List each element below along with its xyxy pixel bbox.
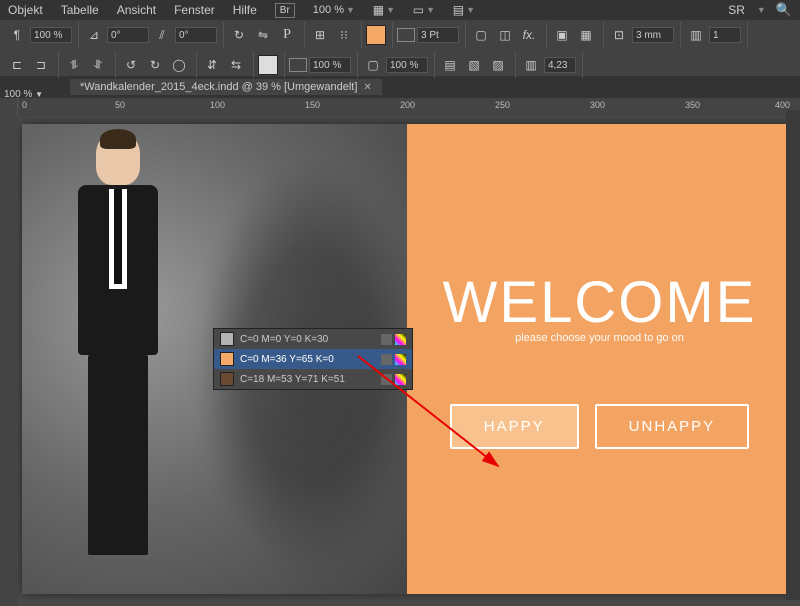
swatch-type-icon xyxy=(381,334,392,345)
search-icon[interactable]: 🔍 xyxy=(776,2,792,18)
wrap-skip-icon[interactable]: ▨ xyxy=(487,54,509,76)
tab-title: *Wandkalender_2015_4eck.indd @ 39 % [Umg… xyxy=(80,81,357,93)
wrap-around-icon[interactable]: ▦ xyxy=(575,24,597,46)
mm-input[interactable] xyxy=(632,27,674,43)
p-icon[interactable]: P xyxy=(276,24,298,46)
ruler-mark: 200 xyxy=(400,100,415,110)
drop-shadow-icon[interactable]: ▢ xyxy=(362,54,384,76)
swatch-row[interactable]: C=18 M=53 Y=71 K=51 xyxy=(214,369,412,389)
link2-icon[interactable]: ⊐ xyxy=(30,54,52,76)
stroke-swatch[interactable] xyxy=(258,55,278,75)
flip-horizontal-icon[interactable]: ⇋ xyxy=(252,24,274,46)
swatch-row[interactable]: C=0 M=0 Y=0 K=30 xyxy=(214,329,412,349)
pct2-input[interactable] xyxy=(309,57,351,73)
corner-icon[interactable]: ◫ xyxy=(494,24,516,46)
arrange-icon[interactable]: ▤▼ xyxy=(453,0,475,21)
flip-b-icon[interactable]: ⇆ xyxy=(225,54,247,76)
menu-hilfe[interactable]: Hilfe xyxy=(233,3,257,17)
num2-input[interactable] xyxy=(544,57,576,73)
welcome-subtitle: please choose your mood to go on xyxy=(515,332,684,344)
swatch-type-icon xyxy=(381,354,392,365)
document-tabs: 100 % ▼ *Wandkalender_2015_4eck.indd @ 3… xyxy=(0,76,800,98)
screen-mode-icon[interactable]: ▭▼ xyxy=(413,0,435,21)
swatch-chip xyxy=(220,372,234,386)
num1-input[interactable] xyxy=(709,27,741,43)
bridge-icon[interactable]: Br xyxy=(275,3,295,18)
flip-h-icon[interactable]: ⥯ xyxy=(87,54,109,76)
welcome-heading: WELCOME xyxy=(443,269,757,336)
stroke-type-icon[interactable] xyxy=(289,58,307,72)
swatch-label: C=18 M=53 Y=71 K=51 xyxy=(240,374,345,385)
opacity-input[interactable] xyxy=(30,27,72,43)
unhappy-button[interactable]: UNHAPPY xyxy=(595,404,750,449)
rotate-ccw-icon[interactable]: ↺ xyxy=(120,54,142,76)
shear-icon[interactable]: ⫽ xyxy=(151,24,173,46)
ruler-mark: 350 xyxy=(685,100,700,110)
control-panel: ¶ ⊿ ⫽ ↻ ⇋ P ⊞ ⁝⁝ ▢ ◫ fx. xyxy=(0,20,800,76)
gutter-icon[interactable]: ▥ xyxy=(520,54,542,76)
horizontal-ruler: 0 50 100 150 200 250 300 350 400 xyxy=(0,98,800,116)
fx-icon[interactable]: fx. xyxy=(518,24,540,46)
ruler-mark: 300 xyxy=(590,100,605,110)
swatch-label: C=0 M=36 Y=65 K=0 xyxy=(240,354,334,365)
flip-a-icon[interactable]: ⇵ xyxy=(201,54,223,76)
ruler-mark: 250 xyxy=(495,100,510,110)
zoom-level[interactable]: 100 %▼ xyxy=(313,4,355,16)
swatch-mode-icon xyxy=(395,334,406,345)
character-panel-icon[interactable]: ¶ xyxy=(6,24,28,46)
distribute-icon[interactable]: ⁝⁝ xyxy=(333,24,355,46)
swatch-mode-icon xyxy=(395,354,406,365)
rotate-icon[interactable]: ⊿ xyxy=(83,24,105,46)
wrap-none-icon[interactable]: ▣ xyxy=(551,24,573,46)
vertical-scrollbar[interactable] xyxy=(786,110,800,600)
menu-tabelle[interactable]: Tabelle xyxy=(61,3,99,17)
link-icon[interactable]: ⊏ xyxy=(6,54,28,76)
ruler-mark: 50 xyxy=(115,100,125,110)
close-tab-icon[interactable]: ✕ xyxy=(363,82,371,93)
swatch-chip xyxy=(220,352,234,366)
menu-objekt[interactable]: Objekt xyxy=(8,3,43,17)
ruler-mark: 0 xyxy=(22,100,27,110)
wrap-jump-icon[interactable]: ▤ xyxy=(439,54,461,76)
menu-ansicht[interactable]: Ansicht xyxy=(117,3,156,17)
swatch-chip xyxy=(220,332,234,346)
ruler-origin[interactable] xyxy=(0,98,18,116)
man-photo xyxy=(45,133,191,584)
circle-icon[interactable]: ◯ xyxy=(168,54,190,76)
effects-icon[interactable]: ▢ xyxy=(470,24,492,46)
flip-v-icon[interactable]: ⥮ xyxy=(63,54,85,76)
rotate-cw-icon[interactable]: ↻ xyxy=(144,54,166,76)
document-tab[interactable]: *Wandkalender_2015_4eck.indd @ 39 % [Umg… xyxy=(70,79,382,95)
align-icon[interactable]: ⊞ xyxy=(309,24,331,46)
ruler-mark: 150 xyxy=(305,100,320,110)
shear-input[interactable] xyxy=(175,27,217,43)
fill-swatch[interactable] xyxy=(366,25,386,45)
page-right-panel: WELCOME please choose your mood to go on… xyxy=(407,124,792,594)
view-options-icon[interactable]: ▦▼ xyxy=(373,0,395,21)
lang-indicator[interactable]: SR xyxy=(728,3,745,17)
stroke-weight-input[interactable] xyxy=(417,27,459,43)
pct3-input[interactable] xyxy=(386,57,428,73)
menu-fenster[interactable]: Fenster xyxy=(174,3,215,17)
transform-icon[interactable]: ⊡ xyxy=(608,24,630,46)
wrap-contour-icon[interactable]: ▧ xyxy=(463,54,485,76)
swatch-row-selected[interactable]: C=0 M=36 Y=65 K=0 xyxy=(214,349,412,369)
swatch-type-icon xyxy=(381,374,392,385)
flip-rotate-icon[interactable]: ↻ xyxy=(228,24,250,46)
menu-bar: Objekt Tabelle Ansicht Fenster Hilfe Br … xyxy=(0,0,800,20)
stroke-style-icon[interactable] xyxy=(397,28,415,42)
vertical-ruler xyxy=(0,116,18,606)
canvas[interactable]: WELCOME please choose your mood to go on… xyxy=(18,116,800,606)
ruler-mark: 400 xyxy=(775,100,790,110)
cols-icon[interactable]: ▥ xyxy=(685,24,707,46)
swatches-panel[interactable]: C=0 M=0 Y=0 K=30 C=0 M=36 Y=65 K=0 C=18 … xyxy=(213,328,413,390)
happy-button[interactable]: HAPPY xyxy=(450,404,579,449)
rotation-input[interactable] xyxy=(107,27,149,43)
swatch-mode-icon xyxy=(395,374,406,385)
ruler-mark: 100 xyxy=(210,100,225,110)
swatch-label: C=0 M=0 Y=0 K=30 xyxy=(240,334,328,345)
